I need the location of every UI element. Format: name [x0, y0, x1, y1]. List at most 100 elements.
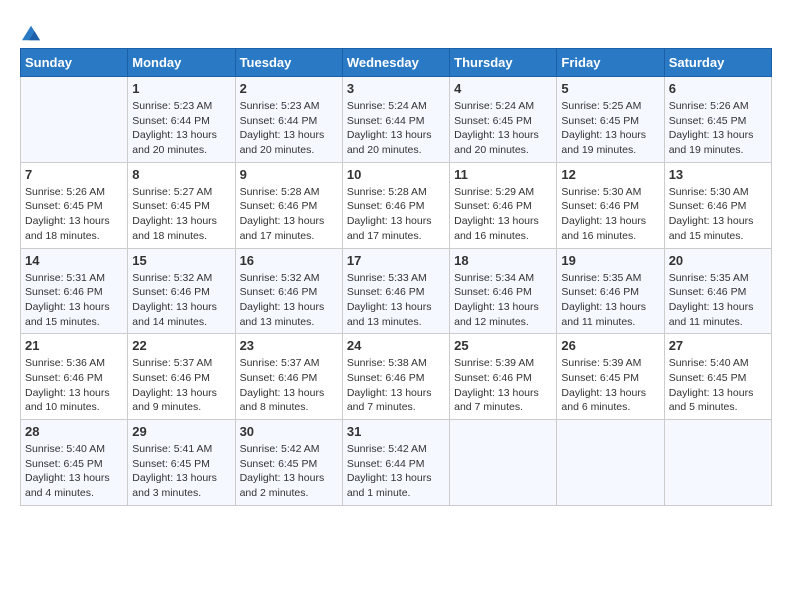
calendar-week-4: 21 Sunrise: 5:36 AM Sunset: 6:46 PM Dayli… — [21, 334, 772, 420]
calendar-header-row: SundayMondayTuesdayWednesdayThursdayFrid… — [21, 49, 772, 77]
day-number: 14 — [25, 253, 123, 268]
day-number: 19 — [561, 253, 659, 268]
day-info: Sunrise: 5:30 AM Sunset: 6:46 PM Dayligh… — [669, 185, 767, 244]
calendar-cell: 6 Sunrise: 5:26 AM Sunset: 6:45 PM Daylig… — [664, 77, 771, 163]
calendar-cell: 18Sunrise: 5:34 AM Sunset: 6:46 PM Dayli… — [450, 248, 557, 334]
day-number: 6 — [669, 81, 767, 96]
day-info: Sunrise: 5:31 AM Sunset: 6:46 PM Dayligh… — [25, 271, 123, 330]
column-header-sunday: Sunday — [21, 49, 128, 77]
day-number: 15 — [132, 253, 230, 268]
calendar-cell — [21, 77, 128, 163]
day-number: 21 — [25, 338, 123, 353]
day-number: 8 — [132, 167, 230, 182]
day-info: Sunrise: 5:35 AM Sunset: 6:46 PM Dayligh… — [561, 271, 659, 330]
calendar-week-5: 28 Sunrise: 5:40 AM Sunset: 6:45 PM Dayli… — [21, 420, 772, 506]
day-info: Sunrise: 5:26 AM Sunset: 6:45 PM Dayligh… — [669, 99, 767, 158]
calendar-week-3: 14 Sunrise: 5:31 AM Sunset: 6:46 PM Dayli… — [21, 248, 772, 334]
day-number: 1 — [132, 81, 230, 96]
day-number: 25 — [454, 338, 552, 353]
day-info: Sunrise: 5:39 AM Sunset: 6:46 PM Dayligh… — [454, 356, 552, 415]
day-number: 27 — [669, 338, 767, 353]
calendar-cell: 12 Sunrise: 5:30 AM Sunset: 6:46 PM Dayli… — [557, 162, 664, 248]
day-info: Sunrise: 5:41 AM Sunset: 6:45 PM Dayligh… — [132, 442, 230, 501]
day-info: Sunrise: 5:37 AM Sunset: 6:46 PM Dayligh… — [132, 356, 230, 415]
day-number: 9 — [240, 167, 338, 182]
day-number: 13 — [669, 167, 767, 182]
calendar-cell: 11 Sunrise: 5:29 AM Sunset: 6:46 PM Dayli… — [450, 162, 557, 248]
day-info: Sunrise: 5:40 AM Sunset: 6:45 PM Dayligh… — [669, 356, 767, 415]
day-info: Sunrise: 5:30 AM Sunset: 6:46 PM Dayligh… — [561, 185, 659, 244]
calendar-cell: 27 Sunrise: 5:40 AM Sunset: 6:45 PM Dayli… — [664, 334, 771, 420]
calendar-cell: 30 Sunrise: 5:42 AM Sunset: 6:45 PM Dayli… — [235, 420, 342, 506]
calendar-cell: 4 Sunrise: 5:24 AM Sunset: 6:45 PM Daylig… — [450, 77, 557, 163]
calendar-cell: 3Sunrise: 5:24 AM Sunset: 6:44 PM Daylig… — [342, 77, 449, 163]
calendar-cell: 29 Sunrise: 5:41 AM Sunset: 6:45 PM Dayli… — [128, 420, 235, 506]
calendar-cell: 31 Sunrise: 5:42 AM Sunset: 6:44 PM Dayli… — [342, 420, 449, 506]
calendar-week-1: 1 Sunrise: 5:23 AM Sunset: 6:44 PM Daylig… — [21, 77, 772, 163]
calendar-week-2: 7Sunrise: 5:26 AM Sunset: 6:45 PM Daylig… — [21, 162, 772, 248]
calendar-cell: 28 Sunrise: 5:40 AM Sunset: 6:45 PM Dayli… — [21, 420, 128, 506]
day-info: Sunrise: 5:37 AM Sunset: 6:46 PM Dayligh… — [240, 356, 338, 415]
day-number: 31 — [347, 424, 445, 439]
calendar-cell: 1 Sunrise: 5:23 AM Sunset: 6:44 PM Daylig… — [128, 77, 235, 163]
column-header-wednesday: Wednesday — [342, 49, 449, 77]
day-number: 28 — [25, 424, 123, 439]
day-info: Sunrise: 5:34 AM Sunset: 6:46 PM Dayligh… — [454, 271, 552, 330]
calendar-cell — [557, 420, 664, 506]
day-info: Sunrise: 5:32 AM Sunset: 6:46 PM Dayligh… — [132, 271, 230, 330]
calendar-cell: 16 Sunrise: 5:32 AM Sunset: 6:46 PM Dayli… — [235, 248, 342, 334]
column-header-tuesday: Tuesday — [235, 49, 342, 77]
day-info: Sunrise: 5:29 AM Sunset: 6:46 PM Dayligh… — [454, 185, 552, 244]
day-number: 29 — [132, 424, 230, 439]
day-number: 10 — [347, 167, 445, 182]
calendar-cell: 22Sunrise: 5:37 AM Sunset: 6:46 PM Dayli… — [128, 334, 235, 420]
day-info: Sunrise: 5:42 AM Sunset: 6:45 PM Dayligh… — [240, 442, 338, 501]
calendar-cell: 2 Sunrise: 5:23 AM Sunset: 6:44 PM Daylig… — [235, 77, 342, 163]
day-number: 4 — [454, 81, 552, 96]
day-info: Sunrise: 5:32 AM Sunset: 6:46 PM Dayligh… — [240, 271, 338, 330]
calendar-cell — [664, 420, 771, 506]
day-number: 3 — [347, 81, 445, 96]
day-info: Sunrise: 5:24 AM Sunset: 6:45 PM Dayligh… — [454, 99, 552, 158]
column-header-monday: Monday — [128, 49, 235, 77]
day-info: Sunrise: 5:35 AM Sunset: 6:46 PM Dayligh… — [669, 271, 767, 330]
day-info: Sunrise: 5:28 AM Sunset: 6:46 PM Dayligh… — [240, 185, 338, 244]
day-number: 23 — [240, 338, 338, 353]
day-info: Sunrise: 5:23 AM Sunset: 6:44 PM Dayligh… — [132, 99, 230, 158]
day-number: 24 — [347, 338, 445, 353]
day-number: 16 — [240, 253, 338, 268]
day-number: 11 — [454, 167, 552, 182]
calendar-cell: 23 Sunrise: 5:37 AM Sunset: 6:46 PM Dayli… — [235, 334, 342, 420]
day-info: Sunrise: 5:39 AM Sunset: 6:45 PM Dayligh… — [561, 356, 659, 415]
calendar-cell: 7Sunrise: 5:26 AM Sunset: 6:45 PM Daylig… — [21, 162, 128, 248]
day-info: Sunrise: 5:36 AM Sunset: 6:46 PM Dayligh… — [25, 356, 123, 415]
calendar-cell: 9 Sunrise: 5:28 AM Sunset: 6:46 PM Daylig… — [235, 162, 342, 248]
calendar-cell: 24 Sunrise: 5:38 AM Sunset: 6:46 PM Dayli… — [342, 334, 449, 420]
day-number: 12 — [561, 167, 659, 182]
calendar-cell: 8 Sunrise: 5:27 AM Sunset: 6:45 PM Daylig… — [128, 162, 235, 248]
column-header-friday: Friday — [557, 49, 664, 77]
day-info: Sunrise: 5:26 AM Sunset: 6:45 PM Dayligh… — [25, 185, 123, 244]
day-info: Sunrise: 5:38 AM Sunset: 6:46 PM Dayligh… — [347, 356, 445, 415]
calendar-cell: 13 Sunrise: 5:30 AM Sunset: 6:46 PM Dayli… — [664, 162, 771, 248]
calendar-cell: 25 Sunrise: 5:39 AM Sunset: 6:46 PM Dayli… — [450, 334, 557, 420]
logo-icon — [22, 24, 40, 42]
day-number: 20 — [669, 253, 767, 268]
day-info: Sunrise: 5:33 AM Sunset: 6:46 PM Dayligh… — [347, 271, 445, 330]
calendar-cell: 15 Sunrise: 5:32 AM Sunset: 6:46 PM Dayli… — [128, 248, 235, 334]
day-info: Sunrise: 5:40 AM Sunset: 6:45 PM Dayligh… — [25, 442, 123, 501]
day-number: 2 — [240, 81, 338, 96]
day-number: 30 — [240, 424, 338, 439]
calendar-cell: 20 Sunrise: 5:35 AM Sunset: 6:46 PM Dayli… — [664, 248, 771, 334]
calendar-cell: 19 Sunrise: 5:35 AM Sunset: 6:46 PM Dayli… — [557, 248, 664, 334]
day-info: Sunrise: 5:27 AM Sunset: 6:45 PM Dayligh… — [132, 185, 230, 244]
calendar-cell: 17 Sunrise: 5:33 AM Sunset: 6:46 PM Dayli… — [342, 248, 449, 334]
calendar-cell: 21 Sunrise: 5:36 AM Sunset: 6:46 PM Dayli… — [21, 334, 128, 420]
day-info: Sunrise: 5:42 AM Sunset: 6:44 PM Dayligh… — [347, 442, 445, 501]
day-number: 26 — [561, 338, 659, 353]
logo — [20, 20, 40, 38]
day-number: 17 — [347, 253, 445, 268]
calendar-cell: 10Sunrise: 5:28 AM Sunset: 6:46 PM Dayli… — [342, 162, 449, 248]
calendar-cell: 5Sunrise: 5:25 AM Sunset: 6:45 PM Daylig… — [557, 77, 664, 163]
day-info: Sunrise: 5:23 AM Sunset: 6:44 PM Dayligh… — [240, 99, 338, 158]
